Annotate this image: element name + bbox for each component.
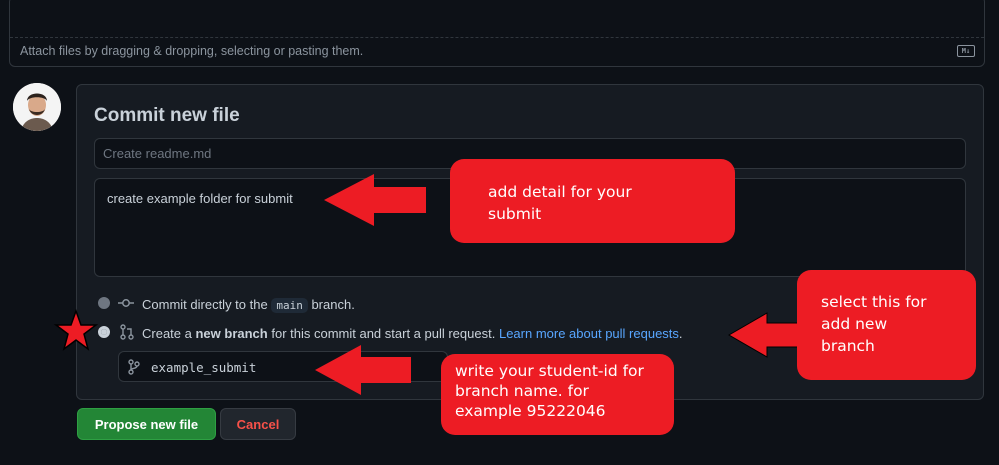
commit-directly-label: Commit directly to the main branch. — [142, 297, 355, 313]
propose-new-file-button[interactable]: Propose new file — [77, 408, 216, 440]
callout-line: write your student-id for — [455, 362, 644, 380]
git-branch-icon — [128, 359, 140, 378]
branch-end-text: . — [678, 326, 683, 341]
callout-line: submit — [488, 205, 542, 223]
commit-title: Commit new file — [94, 105, 240, 126]
direct-prefix-text: Commit directly to the — [142, 297, 272, 312]
commit-directly-radio[interactable] — [98, 297, 110, 309]
learn-more-pull-requests-link[interactable]: Learn more about pull requests — [499, 326, 679, 341]
new-branch-bold-text: new branch — [195, 326, 268, 341]
callout-line: example 95222046 — [455, 402, 606, 420]
callout-line: branch — [821, 337, 875, 355]
arrow-icon — [728, 312, 804, 358]
annotation-callout-branch-name: write your student-id for branch name. f… — [441, 354, 674, 435]
annotation-callout-select-branch: select this for add new branch — [797, 270, 976, 380]
main-branch-code: main — [271, 298, 308, 313]
attach-files-text: Attach files by dragging & dropping, sel… — [20, 44, 364, 58]
new-branch-radio[interactable] — [98, 326, 110, 338]
arrow-icon — [324, 174, 426, 226]
markdown-icon[interactable]: M↓ — [957, 45, 975, 57]
avatar-image — [13, 83, 61, 131]
star-icon — [53, 308, 99, 351]
callout-line: add detail for your — [488, 183, 632, 201]
direct-suffix-text: branch. — [307, 297, 355, 312]
new-branch-label: Create a new branch for this commit and … — [142, 326, 683, 341]
branch-prefix-text: Create a — [142, 326, 196, 341]
cancel-button[interactable]: Cancel — [220, 408, 296, 440]
git-commit-icon — [118, 296, 134, 313]
annotation-callout-commit-detail: add detail for your submit — [450, 159, 735, 243]
arrow-icon — [315, 345, 411, 395]
branch-suffix-text: for this commit and start a pull request… — [267, 326, 496, 341]
avatar[interactable] — [13, 83, 61, 131]
callout-line: branch name. for — [455, 382, 589, 400]
callout-line: add new — [821, 315, 888, 333]
git-pull-request-icon — [120, 324, 134, 343]
callout-line: select this for — [821, 293, 927, 311]
